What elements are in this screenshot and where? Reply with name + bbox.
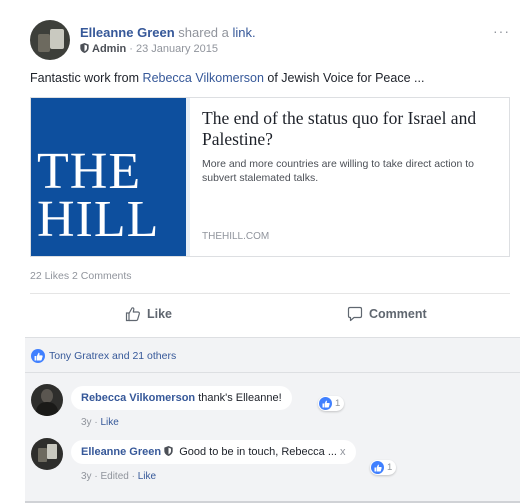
post-header-line: Elleanne Green shared a link. bbox=[80, 25, 256, 40]
comment-author-link[interactable]: Elleanne Green bbox=[81, 446, 161, 458]
like-button[interactable]: Like bbox=[125, 306, 172, 322]
close-icon[interactable]: x bbox=[340, 446, 346, 458]
shield-icon bbox=[80, 43, 89, 53]
avatar-face bbox=[41, 389, 53, 403]
reactions-divider bbox=[25, 372, 520, 373]
reaction-count-value: 1 bbox=[387, 462, 393, 473]
post-text-suffix: of Jewish Voice for Peace ... bbox=[267, 71, 425, 85]
link-preview-card[interactable]: THE HILL The end of the status quo for I… bbox=[30, 97, 510, 257]
post-text: Fantastic work from Rebecca Vilkomerson … bbox=[30, 71, 424, 85]
post-date-link[interactable]: · 23 January 2015 bbox=[129, 43, 218, 55]
comment-author-link[interactable]: Rebecca Vilkomerson bbox=[81, 392, 195, 404]
shield-icon bbox=[164, 446, 173, 456]
avatar-book-dark bbox=[38, 448, 47, 462]
admin-badge: Admin bbox=[80, 43, 129, 55]
comment-meta: 3y · Edited · Like bbox=[81, 471, 156, 482]
comment-edited-link[interactable]: Edited bbox=[100, 471, 128, 482]
comment-button[interactable]: Comment bbox=[347, 306, 427, 322]
reaction-count-value: 1 bbox=[335, 398, 341, 409]
logo-stripe bbox=[186, 98, 190, 256]
comment-bubble: Elleanne Green Good to be in touch, Rebe… bbox=[71, 440, 356, 464]
comments-count-link[interactable]: 2 Comments bbox=[72, 270, 132, 282]
likes-count-link[interactable]: 22 Likes bbox=[30, 270, 69, 282]
post-author-link[interactable]: Elleanne Green bbox=[80, 25, 175, 40]
post-header: Elleanne Green shared a link. Admin · 23… bbox=[30, 20, 510, 60]
post-text-prefix: Fantastic work from bbox=[30, 71, 140, 85]
post-action-text: shared a bbox=[178, 25, 229, 40]
logo-line-hill: HILL bbox=[37, 191, 160, 248]
comment-reaction-count[interactable]: 1 bbox=[370, 460, 397, 475]
comment-like-link[interactable]: Like bbox=[138, 471, 156, 482]
the-hill-logo: THE HILL bbox=[31, 98, 190, 256]
comments-section: Tony Gratrex and 21 others Rebecca Vilko… bbox=[25, 337, 520, 503]
shared-link-link[interactable]: link. bbox=[233, 25, 256, 40]
comment-bubble: Rebecca Vilkomerson thank's Elleanne! bbox=[71, 386, 292, 410]
comment-meta: 3y · Like bbox=[81, 417, 119, 428]
reactions-summary-text: Tony Gratrex and 21 others bbox=[49, 350, 177, 362]
thumbs-up-icon bbox=[125, 307, 140, 322]
comment-button-label: Comment bbox=[369, 307, 427, 321]
post-counts: 22 Likes 2 Comments bbox=[30, 270, 132, 282]
link-card-domain: THEHILL.COM bbox=[202, 231, 270, 242]
more-icon[interactable]: ··· bbox=[493, 23, 510, 39]
logo-line-the: THE bbox=[37, 143, 142, 200]
comment-time[interactable]: 3y bbox=[81, 471, 92, 482]
avatar-book-light bbox=[50, 29, 64, 49]
comment-like-link[interactable]: Like bbox=[100, 417, 118, 428]
comment-text: thank's Elleanne! bbox=[198, 392, 282, 404]
avatar-book-light bbox=[47, 444, 57, 459]
like-badge-icon bbox=[31, 349, 45, 363]
post-meta: Admin · 23 January 2015 bbox=[80, 43, 218, 55]
like-badge-icon bbox=[371, 461, 384, 474]
author-avatar[interactable] bbox=[30, 20, 70, 60]
admin-label: Admin bbox=[92, 43, 127, 55]
like-badge-icon bbox=[319, 397, 332, 410]
commenter-avatar[interactable] bbox=[31, 438, 63, 470]
reactions-summary[interactable]: Tony Gratrex and 21 others bbox=[31, 349, 176, 363]
comment-text: Good to be in touch, Rebecca ... bbox=[179, 446, 337, 458]
logo-wordmark: THE HILL bbox=[37, 143, 160, 248]
comment-reaction-count[interactable]: 1 bbox=[318, 396, 345, 411]
actions-divider bbox=[30, 293, 510, 294]
post-mention-link[interactable]: Rebecca Vilkomerson bbox=[143, 71, 264, 85]
meta-separator: · bbox=[131, 471, 135, 482]
comment-time[interactable]: 3y bbox=[81, 417, 92, 428]
comment-icon bbox=[347, 306, 363, 322]
link-card-body: The end of the status quo for Israel and… bbox=[202, 108, 502, 185]
link-card-description: More and more countries are willing to t… bbox=[202, 158, 474, 184]
meta-separator: · bbox=[94, 471, 98, 482]
avatar-body bbox=[36, 402, 58, 416]
meta-separator: · bbox=[94, 417, 98, 428]
avatar-book-dark bbox=[38, 34, 50, 52]
like-button-label: Like bbox=[147, 307, 173, 321]
link-card-title[interactable]: The end of the status quo for Israel and… bbox=[202, 108, 502, 150]
commenter-avatar[interactable] bbox=[31, 384, 63, 416]
